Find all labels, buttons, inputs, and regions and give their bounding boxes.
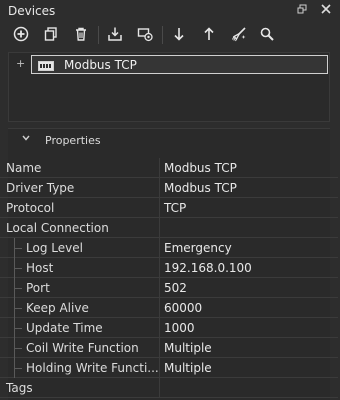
property-row[interactable]: Host 192.168.0.100 bbox=[0, 258, 338, 278]
property-value[interactable] bbox=[161, 378, 331, 398]
property-row[interactable]: Log Level Emergency bbox=[0, 238, 338, 258]
property-value[interactable]: Multiple bbox=[161, 358, 331, 378]
property-value[interactable]: 1000 bbox=[161, 318, 331, 338]
duplicate-button[interactable] bbox=[39, 23, 63, 45]
property-row[interactable]: Tags bbox=[0, 378, 338, 398]
search-icon bbox=[260, 27, 274, 41]
property-value[interactable]: Emergency bbox=[161, 238, 331, 258]
property-value[interactable] bbox=[161, 218, 331, 238]
property-row[interactable]: Local Connection bbox=[0, 218, 338, 238]
move-down-button[interactable] bbox=[167, 23, 191, 45]
add-device-button[interactable] bbox=[9, 23, 33, 45]
properties-header-label: Properties bbox=[45, 134, 101, 147]
property-grid: Name Modbus TCP Driver Type Modbus TCP Proto… bbox=[0, 158, 338, 398]
device-tree: + Modbus TCP bbox=[8, 52, 330, 122]
property-key: Driver Type bbox=[0, 178, 160, 198]
move-up-button[interactable] bbox=[197, 23, 221, 45]
broom-icon bbox=[232, 27, 246, 42]
close-icon[interactable] bbox=[318, 3, 334, 19]
property-key: Local Connection bbox=[0, 218, 160, 238]
download-tray-icon bbox=[108, 27, 122, 41]
property-key: Port bbox=[0, 278, 160, 298]
property-row[interactable]: Coil Write Function Multiple bbox=[0, 338, 338, 358]
property-value[interactable]: Multiple bbox=[161, 338, 331, 358]
property-key: Protocol bbox=[0, 198, 160, 218]
arrow-up-icon bbox=[204, 27, 214, 40]
property-value[interactable]: 60000 bbox=[161, 298, 331, 318]
property-row[interactable]: Name Modbus TCP bbox=[0, 158, 338, 178]
property-row[interactable]: Port 502 bbox=[0, 278, 338, 298]
property-key: Holding Write Functi... bbox=[0, 358, 160, 378]
property-value[interactable]: 192.168.0.100 bbox=[161, 258, 331, 278]
properties-panel: Properties Name Modbus TCP Driver Type Modb… bbox=[0, 128, 338, 400]
restore-icon[interactable] bbox=[294, 3, 310, 19]
tree-node-modbus-tcp[interactable]: Modbus TCP bbox=[31, 55, 328, 74]
panel-title: Devices bbox=[8, 4, 56, 18]
delete-button[interactable] bbox=[69, 23, 93, 45]
property-key: Host bbox=[0, 258, 160, 278]
toolbar bbox=[0, 22, 340, 48]
arrow-down-icon bbox=[174, 28, 184, 41]
property-key: Tags bbox=[0, 378, 160, 398]
property-key: Keep Alive bbox=[0, 298, 160, 318]
property-key: Update Time bbox=[0, 318, 160, 338]
property-value[interactable]: 502 bbox=[161, 278, 331, 298]
search-button[interactable] bbox=[255, 23, 279, 45]
panel-titlebar: Devices bbox=[0, 0, 340, 22]
device-settings-icon bbox=[137, 28, 153, 42]
chevron-down-icon bbox=[22, 134, 30, 145]
property-key: Name bbox=[0, 158, 160, 178]
property-key: Log Level bbox=[0, 238, 160, 258]
property-value[interactable]: TCP bbox=[161, 198, 331, 218]
property-row[interactable]: Driver Type Modbus TCP bbox=[0, 178, 338, 198]
connect-button[interactable] bbox=[133, 23, 157, 45]
property-row[interactable]: Holding Write Functi... Multiple bbox=[0, 358, 338, 378]
tree-node-label: Modbus TCP bbox=[64, 58, 137, 72]
property-key: Coil Write Function bbox=[0, 338, 160, 358]
property-value[interactable]: Modbus TCP bbox=[161, 158, 331, 178]
clear-button[interactable] bbox=[227, 23, 251, 45]
property-value[interactable]: Modbus TCP bbox=[161, 178, 331, 198]
copy-icon bbox=[44, 27, 57, 41]
import-button[interactable] bbox=[103, 23, 127, 45]
property-row[interactable]: Update Time 1000 bbox=[0, 318, 338, 338]
plus-circle-icon bbox=[13, 26, 29, 42]
property-row[interactable]: Protocol TCP bbox=[0, 198, 338, 218]
property-row[interactable]: Keep Alive 60000 bbox=[0, 298, 338, 318]
device-icon bbox=[38, 60, 54, 71]
properties-header[interactable]: Properties bbox=[8, 129, 330, 153]
trash-icon bbox=[76, 27, 86, 41]
tree-expander[interactable]: + bbox=[16, 58, 26, 69]
